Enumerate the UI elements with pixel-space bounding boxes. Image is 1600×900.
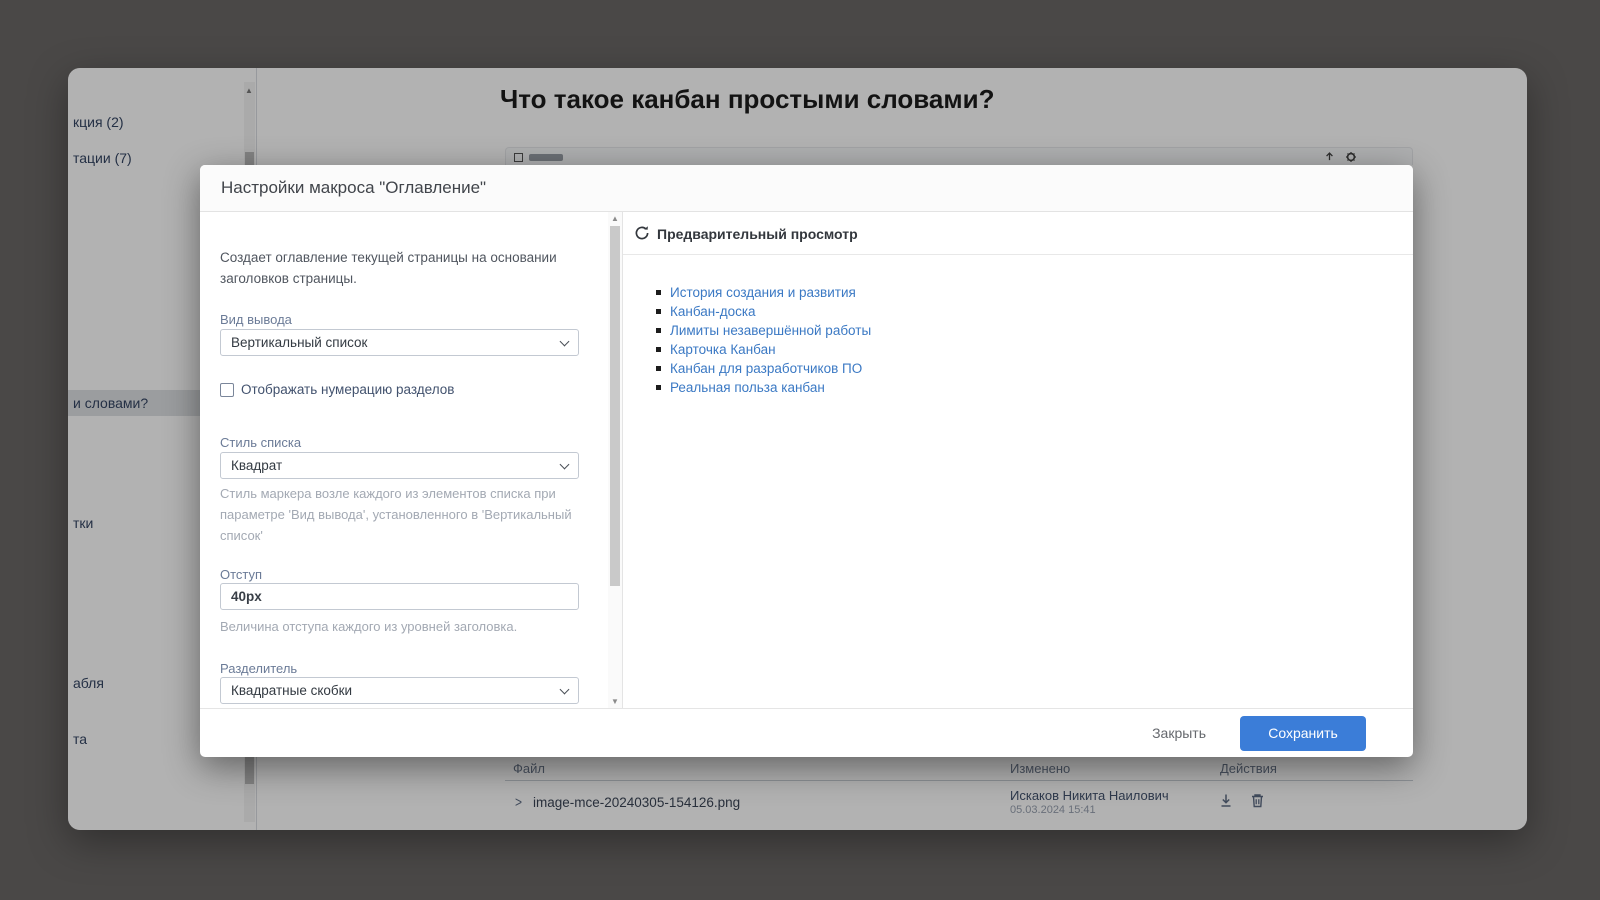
- square-bullet: [656, 366, 661, 371]
- refresh-icon[interactable]: [634, 225, 650, 241]
- toc-link[interactable]: Карточка Канбан: [670, 342, 776, 357]
- output-type-select[interactable]: Вертикальный список: [220, 329, 579, 356]
- numbering-checkbox[interactable]: [220, 383, 234, 397]
- scrollbar-thumb[interactable]: [610, 226, 620, 586]
- toc-item: История создания и развития: [656, 284, 871, 303]
- separator-label: Разделитель: [220, 661, 297, 676]
- numbering-checkbox-label: Отображать нумерацию разделов: [241, 382, 454, 397]
- list-style-help: Стиль маркера возле каждого из элементов…: [220, 484, 586, 546]
- indent-input[interactable]: [220, 583, 579, 610]
- section-numbering-option[interactable]: Отображать нумерацию разделов: [220, 382, 454, 397]
- scrollbar-up-icon[interactable]: ▲: [611, 214, 619, 223]
- square-bullet: [656, 347, 661, 352]
- chevron-down-icon: [560, 337, 570, 347]
- chevron-down-icon: [560, 460, 570, 470]
- list-style-select[interactable]: Квадрат: [220, 452, 579, 479]
- square-bullet: [656, 385, 661, 390]
- save-button[interactable]: Сохранить: [1240, 716, 1366, 751]
- desktop-background: кция (2) тации (7) и словами? тки абля т…: [0, 0, 1600, 900]
- form-scrollbar[interactable]: ▲ ▼: [608, 212, 622, 708]
- square-bullet: [656, 290, 661, 295]
- toc-item: Канбан для разработчиков ПО: [656, 360, 871, 379]
- toc-item: Канбан-доска: [656, 303, 871, 322]
- output-type-label: Вид вывода: [220, 312, 292, 327]
- dialog-title: Настройки макроса "Оглавление": [221, 178, 486, 198]
- toc-item: Реальная польза канбан: [656, 379, 871, 398]
- preview-title: Предварительный просмотр: [657, 226, 858, 242]
- macro-settings-dialog: Настройки макроса "Оглавление" Создает о…: [200, 165, 1413, 757]
- square-bullet: [656, 309, 661, 314]
- dialog-header: Настройки макроса "Оглавление": [200, 165, 1413, 212]
- toc-preview-list: История создания и развития Канбан-доска…: [656, 284, 871, 398]
- separator-select[interactable]: Квадратные скобки: [220, 677, 579, 704]
- square-bullet: [656, 328, 661, 333]
- toc-link[interactable]: Канбан для разработчиков ПО: [670, 361, 862, 376]
- preview-panel: Предварительный просмотр История создани…: [622, 212, 1413, 708]
- close-button[interactable]: Закрыть: [1152, 725, 1206, 741]
- toc-link[interactable]: Реальная польза канбан: [670, 380, 825, 395]
- toc-link[interactable]: История создания и развития: [670, 285, 856, 300]
- macro-description: Создает оглавление текущей страницы на о…: [220, 248, 592, 290]
- macro-parameters-panel: Создает оглавление текущей страницы на о…: [200, 212, 608, 708]
- toc-link[interactable]: Канбан-доска: [670, 304, 756, 319]
- toc-link[interactable]: Лимиты незавершённой работы: [670, 323, 871, 338]
- dialog-footer: Закрыть Сохранить: [200, 708, 1413, 757]
- preview-header: Предварительный просмотр: [623, 212, 1413, 255]
- indent-help: Величина отступа каждого из уровней заго…: [220, 617, 586, 638]
- scrollbar-down-icon[interactable]: ▼: [611, 697, 619, 706]
- indent-label: Отступ: [220, 567, 262, 582]
- list-style-label: Стиль списка: [220, 435, 301, 450]
- chevron-down-icon: [560, 685, 570, 695]
- toc-item: Карточка Канбан: [656, 341, 871, 360]
- toc-item: Лимиты незавершённой работы: [656, 322, 871, 341]
